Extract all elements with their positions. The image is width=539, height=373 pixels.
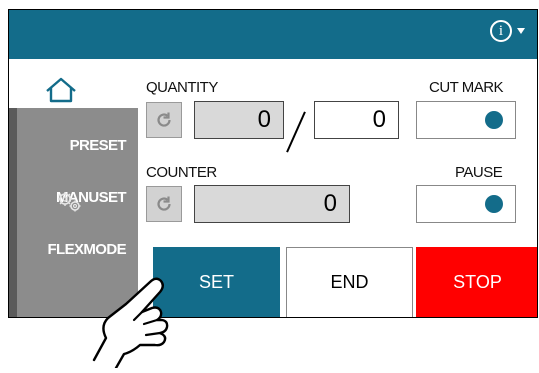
cut-mark-label: CUT MARK <box>429 79 504 96</box>
toggle-indicator <box>485 195 503 213</box>
header-bar: i <box>9 10 537 59</box>
info-menu-button[interactable]: i <box>490 20 525 42</box>
counter-reset-button[interactable] <box>146 186 182 222</box>
reset-icon <box>157 196 171 211</box>
pause-toggle[interactable] <box>416 185 516 223</box>
set-button-label: SET <box>198 272 234 292</box>
end-button-label: END <box>330 272 369 292</box>
quantity-target-input[interactable]: 0 <box>314 101 399 139</box>
stop-button[interactable]: STOP <box>416 247 537 317</box>
cut-mark-toggle[interactable] <box>416 101 516 139</box>
quantity-separator <box>286 111 306 153</box>
pause-label: PAUSE <box>455 164 503 181</box>
gears-icon[interactable] <box>55 190 85 219</box>
caret-down-icon <box>517 28 525 34</box>
home-icon[interactable] <box>45 77 77 108</box>
counter-field: 0 <box>194 185 350 223</box>
quantity-label: QUANTITY <box>146 79 218 96</box>
sidebar-item-flexmode[interactable]: FLEXMODE <box>17 241 138 258</box>
quantity-current-field: 0 <box>194 101 284 139</box>
sidebar-item-preset[interactable]: PRESET <box>17 137 138 154</box>
reset-icon <box>157 112 171 127</box>
counter-label: COUNTER <box>146 164 217 181</box>
end-button[interactable]: END <box>286 247 413 317</box>
info-icon: i <box>490 20 512 42</box>
stop-button-label: STOP <box>453 272 502 292</box>
quantity-reset-button[interactable] <box>146 102 182 138</box>
toggle-indicator <box>485 111 503 129</box>
pointing-hand-icon <box>80 268 190 373</box>
